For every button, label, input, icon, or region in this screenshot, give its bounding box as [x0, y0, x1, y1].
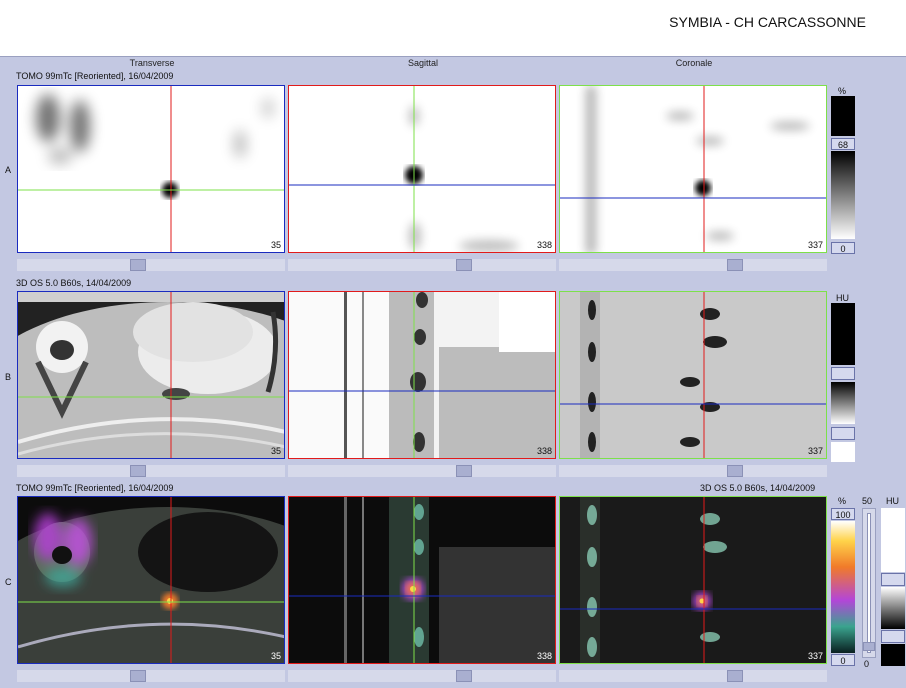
colorbar-b [831, 382, 855, 424]
colorbar-c-ct [881, 587, 905, 629]
panel-c-coronale[interactable]: 337 [559, 496, 827, 664]
slider-thumb[interactable] [727, 670, 743, 682]
slider-b-coronale[interactable] [559, 465, 827, 477]
slider-b-transverse[interactable] [17, 465, 285, 477]
fusion-image [560, 497, 826, 663]
slider-c-coronale[interactable] [559, 670, 827, 682]
slider-thumb[interactable] [727, 465, 743, 477]
colorbar-a-top [831, 96, 855, 136]
nm-image [560, 86, 826, 252]
panel-b-coronale[interactable]: 337 [559, 291, 827, 459]
row-label-b: B [5, 372, 12, 382]
blend-slider-track [867, 513, 871, 653]
title-bar: SYMBIA - CH CARCASSONNE [0, 0, 906, 57]
slider-thumb[interactable] [130, 670, 146, 682]
nm-image [18, 86, 284, 252]
panel-b-sagittal[interactable]: 338 [288, 291, 556, 459]
window-handle-c-top[interactable] [881, 573, 905, 586]
fusion-image [18, 497, 284, 663]
ct-image [560, 292, 826, 458]
colorbar-a [831, 151, 855, 239]
window-handle-b-top[interactable] [831, 367, 855, 380]
panel-a-coronale[interactable]: 337 [559, 85, 827, 253]
window-max-c[interactable]: 100 [831, 508, 855, 520]
fusion-image [289, 497, 555, 663]
slice-number: 338 [536, 446, 552, 456]
panel-a-sagittal[interactable]: 338 [288, 85, 556, 253]
window-value-a[interactable]: 68 [831, 138, 855, 150]
colorbar-b-top [831, 303, 855, 365]
panel-b-transverse[interactable]: 35 [17, 291, 285, 459]
panel-a-transverse[interactable]: 35 [17, 85, 285, 253]
ct-image [289, 292, 555, 458]
slider-thumb[interactable] [130, 465, 146, 477]
scale-unit-c-ct: HU [886, 496, 899, 506]
window-handle-b-bottom[interactable] [831, 427, 855, 440]
colorbar-c-ct-bottom [881, 644, 905, 666]
blend-slider[interactable] [862, 508, 876, 658]
column-header-transverse: Transverse [129, 58, 175, 68]
blend-min: 0 [864, 659, 870, 669]
app-title: SYMBIA - CH CARCASSONNE [669, 14, 866, 30]
column-header-sagittal: Sagittal [407, 58, 439, 68]
slice-number: 337 [807, 240, 823, 250]
scale-unit-b: HU [836, 293, 849, 303]
series-label-row-b: 3D OS 5.0 B60s, 14/04/2009 [16, 278, 132, 288]
slice-number: 338 [536, 240, 552, 250]
window-handle-c-bottom[interactable] [881, 630, 905, 643]
blend-value: 50 [862, 496, 873, 506]
series-label-row-a: TOMO 99mTc [Reoriented], 16/04/2009 [16, 71, 174, 81]
panel-c-sagittal[interactable]: 338 [288, 496, 556, 664]
colorbar-c-ct-top [881, 508, 905, 572]
slider-a-sagittal[interactable] [288, 259, 556, 271]
slice-number: 35 [270, 446, 281, 456]
blend-slider-thumb[interactable] [863, 642, 875, 651]
slice-number: 35 [270, 240, 281, 250]
window-min-c[interactable]: 0 [831, 654, 855, 666]
panel-c-transverse[interactable]: 35 [17, 496, 285, 664]
slider-a-coronale[interactable] [559, 259, 827, 271]
slice-number: 35 [270, 651, 281, 661]
colorbar-c [831, 521, 855, 653]
slice-number: 337 [807, 651, 823, 661]
slider-c-sagittal[interactable] [288, 670, 556, 682]
slice-number: 337 [807, 446, 823, 456]
slice-number: 338 [536, 651, 552, 661]
slider-a-transverse[interactable] [17, 259, 285, 271]
slider-b-sagittal[interactable] [288, 465, 556, 477]
ct-image [18, 292, 284, 458]
slider-thumb[interactable] [727, 259, 743, 271]
series-label-row-c-right: 3D OS 5.0 B60s, 14/04/2009 [700, 483, 816, 493]
slider-thumb[interactable] [456, 259, 472, 271]
colorbar-b-bottom [831, 442, 855, 462]
row-label-a: A [5, 165, 12, 175]
scale-unit-c: % [838, 496, 847, 506]
slider-c-transverse[interactable] [17, 670, 285, 682]
slider-thumb[interactable] [456, 465, 472, 477]
column-header-coronale: Coronale [675, 58, 713, 68]
slider-thumb[interactable] [130, 259, 146, 271]
series-label-row-c: TOMO 99mTc [Reoriented], 16/04/2009 [16, 483, 174, 493]
nm-image [289, 86, 555, 252]
scale-unit-a: % [838, 86, 847, 96]
window-min-a[interactable]: 0 [831, 242, 855, 254]
slider-thumb[interactable] [456, 670, 472, 682]
row-label-c: C [5, 577, 12, 587]
